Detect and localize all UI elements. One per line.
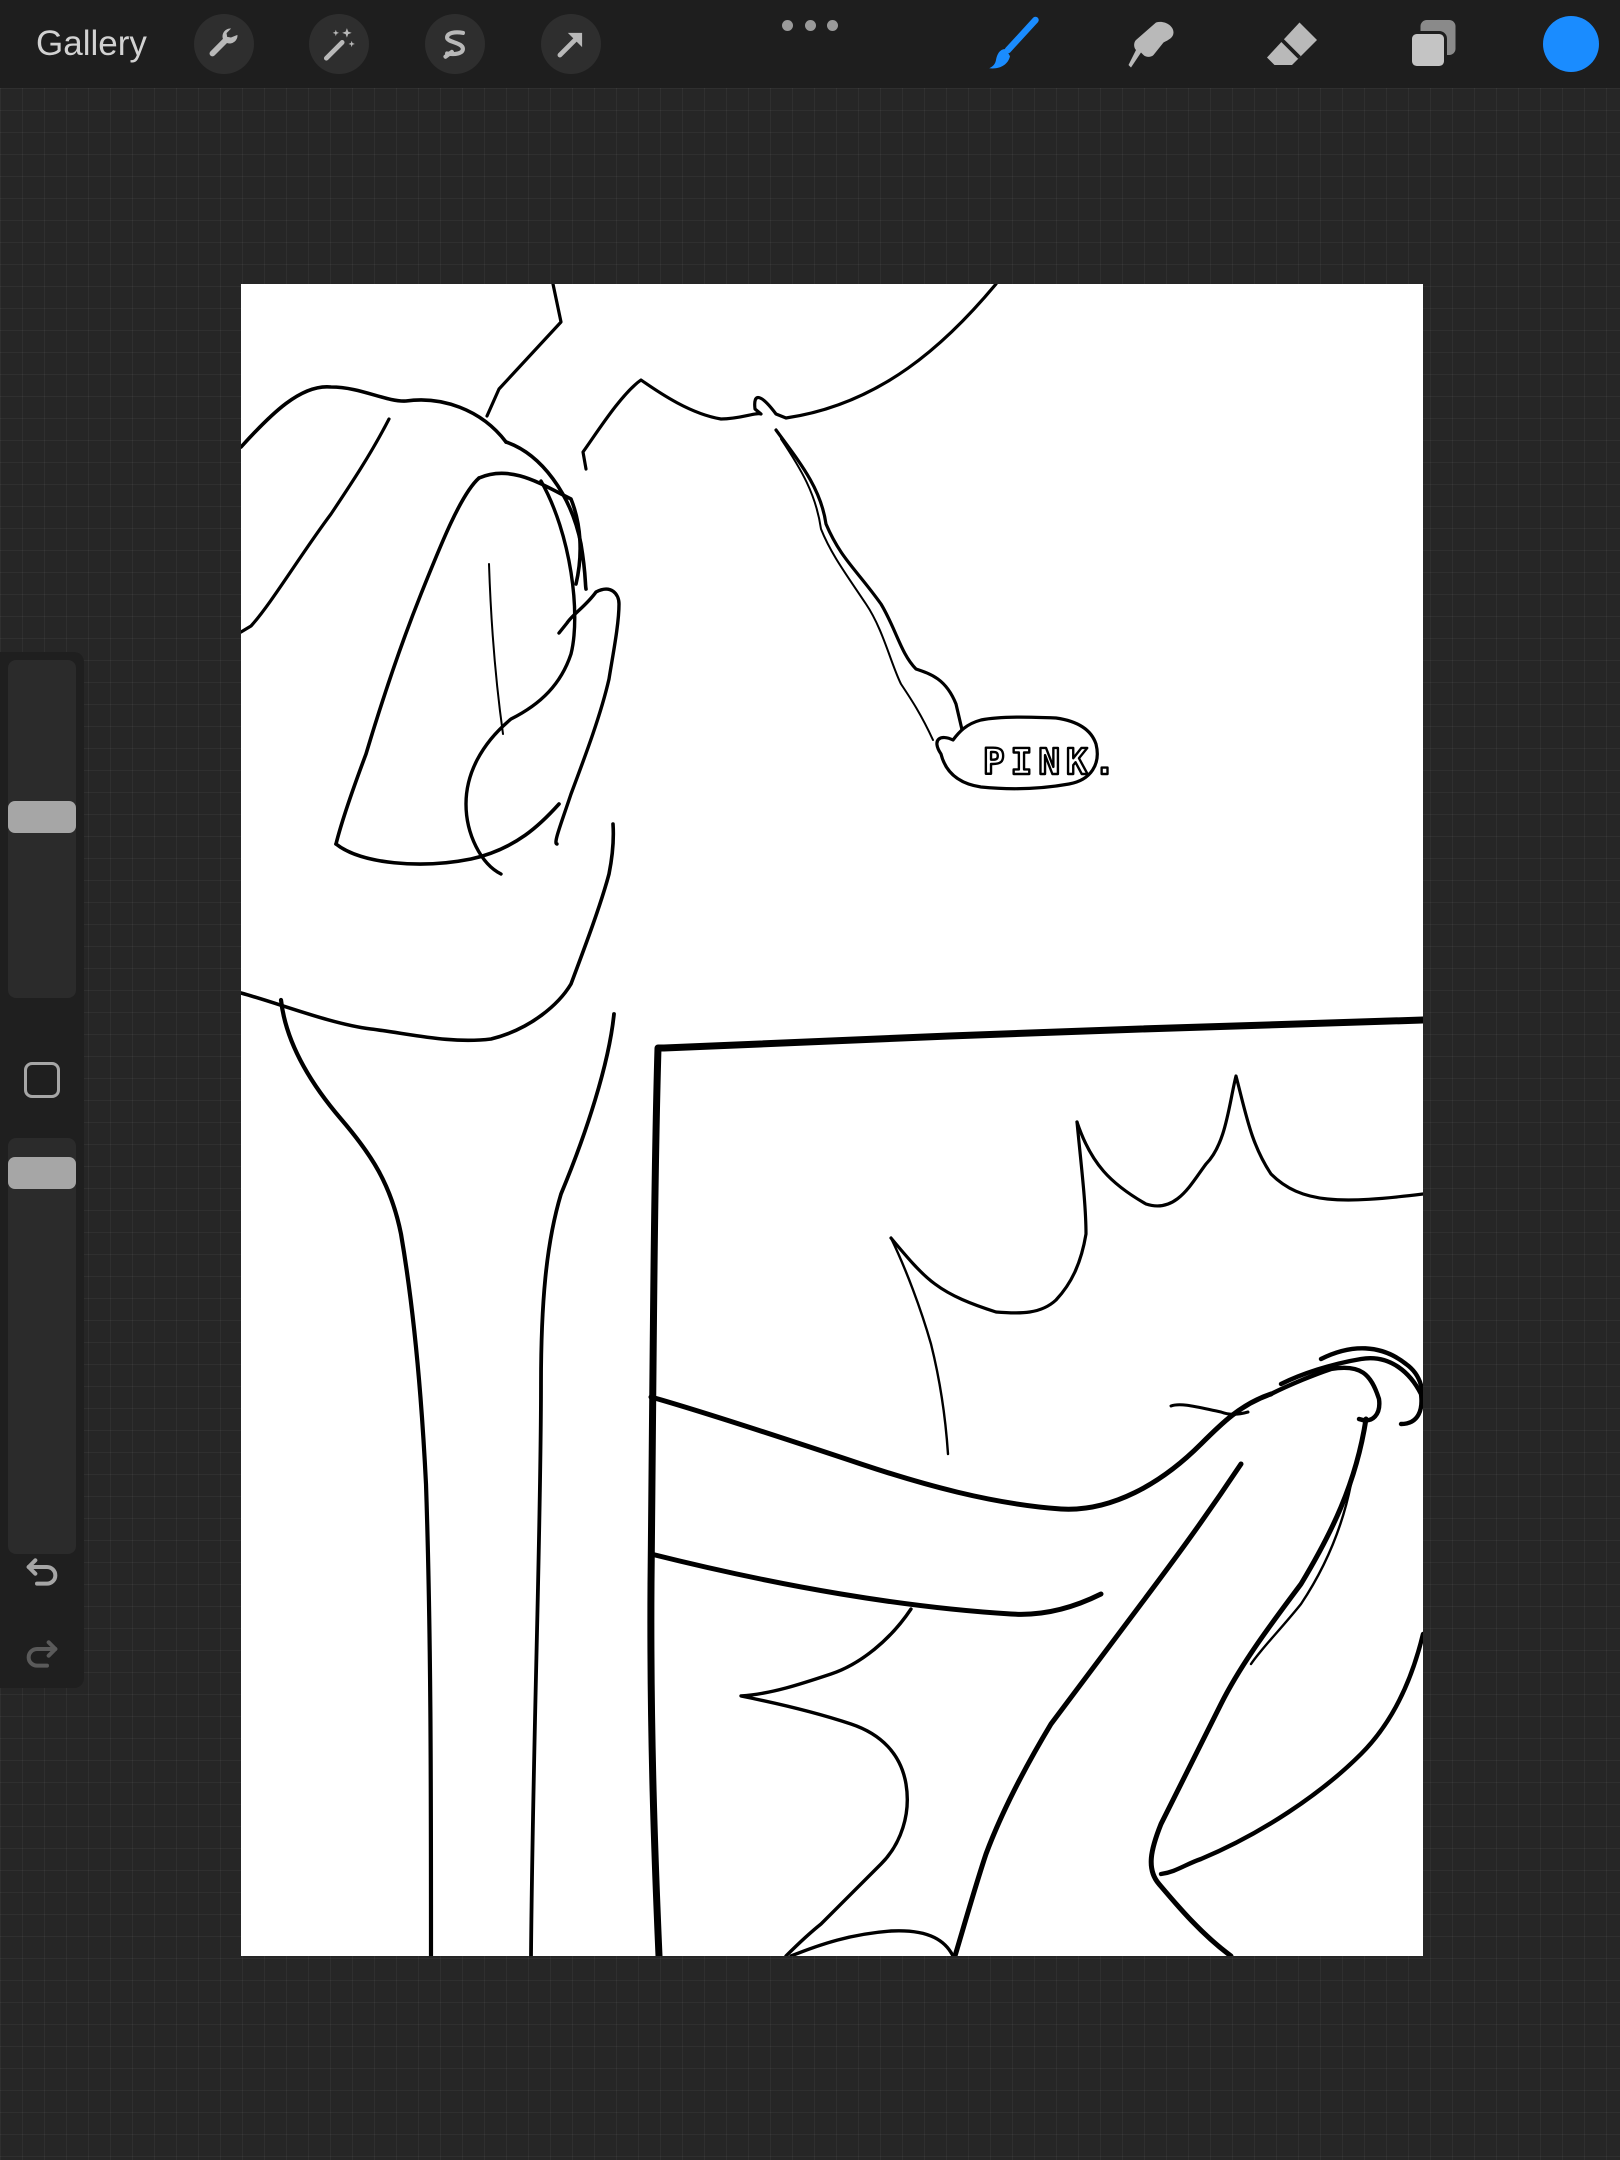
drawing-canvas[interactable]: PINK.	[241, 284, 1423, 1956]
actions-button[interactable]	[194, 14, 254, 74]
brush-size-slider-thumb[interactable]	[8, 801, 76, 833]
brush-icon	[989, 16, 1039, 69]
redo-button[interactable]	[20, 1632, 64, 1676]
brush-tool-button[interactable]	[978, 10, 1048, 80]
smudge-icon	[1128, 21, 1174, 68]
left-sidebar	[0, 652, 84, 1688]
transform-button[interactable]	[541, 14, 601, 74]
brush-size-slider[interactable]	[8, 660, 76, 998]
magic-wand-icon	[323, 28, 355, 61]
speech-bubble-text: PINK.	[983, 742, 1121, 783]
dot	[782, 19, 793, 31]
redo-icon	[26, 1640, 58, 1668]
selection-icon	[443, 30, 465, 59]
more-options-button[interactable]	[782, 14, 838, 36]
undo-button[interactable]	[20, 1550, 64, 1594]
transform-arrow-icon	[557, 32, 583, 58]
selection-button[interactable]	[425, 14, 485, 74]
dot	[804, 19, 816, 31]
wrench-icon	[209, 28, 238, 57]
modify-square-icon[interactable]	[24, 1062, 60, 1098]
undo-icon	[26, 1558, 58, 1586]
line-art: PINK.	[241, 284, 1423, 1956]
layers-button[interactable]	[1398, 10, 1468, 80]
brush-opacity-slider[interactable]	[8, 1138, 76, 1554]
layers-icon	[1409, 20, 1456, 69]
dot	[827, 19, 838, 31]
top-toolbar: Gallery	[0, 0, 1620, 88]
adjustments-button[interactable]	[309, 14, 369, 74]
smudge-tool-button[interactable]	[1116, 10, 1186, 80]
brush-opacity-slider-thumb[interactable]	[8, 1157, 76, 1189]
eraser-tool-button[interactable]	[1257, 10, 1327, 80]
color-picker-button[interactable]	[1543, 16, 1599, 72]
eraser-icon	[1267, 22, 1317, 65]
gallery-button[interactable]: Gallery	[36, 20, 147, 68]
